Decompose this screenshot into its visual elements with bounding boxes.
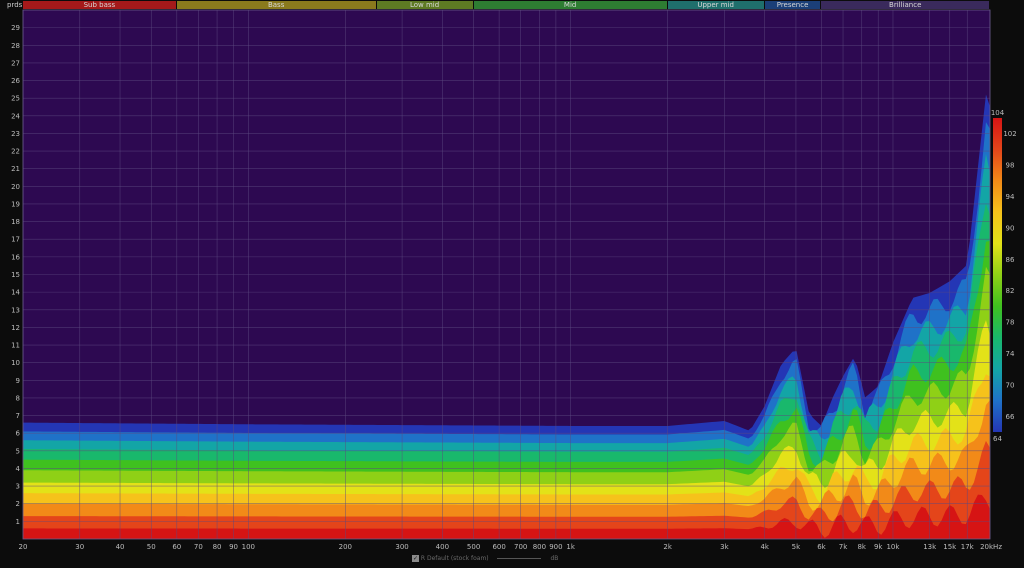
y-tick-label: 11 xyxy=(11,342,20,350)
y-tick-label: 20 xyxy=(11,183,20,191)
x-tick-label: 60 xyxy=(172,543,181,551)
x-tick-label: 300 xyxy=(395,543,408,551)
y-tick-label: 26 xyxy=(11,77,20,85)
x-tick-label: 10k xyxy=(886,543,900,551)
x-tick-label: 100 xyxy=(242,543,255,551)
colorbar xyxy=(993,118,1002,432)
y-tick-label: 10 xyxy=(11,359,20,367)
x-tick-label: 13k xyxy=(923,543,937,551)
y-tick-label: 23 xyxy=(11,130,20,138)
y-tick-label: 3 xyxy=(16,483,20,491)
colorbar-tick-label: 74 xyxy=(1006,350,1015,358)
colorbar-tick-label: 94 xyxy=(1006,193,1015,201)
legend-unit: dB xyxy=(550,555,559,562)
x-tick-label: 7k xyxy=(839,543,848,551)
y-tick-label: 25 xyxy=(11,95,20,103)
x-tick-label: 400 xyxy=(436,543,449,551)
y-tick-label: 12 xyxy=(11,324,20,332)
colorbar-tick-label: 90 xyxy=(1006,224,1015,232)
x-tick-label: 2k xyxy=(663,543,672,551)
y-tick-label: 14 xyxy=(11,289,20,297)
x-tick-label: 70 xyxy=(194,543,203,551)
y-tick-label: 28 xyxy=(11,42,20,50)
x-tick-label: 9k xyxy=(874,543,883,551)
x-tick-label: 8k xyxy=(857,543,866,551)
x-tick-label: 40 xyxy=(116,543,125,551)
legend-label: R Default (stock foam) xyxy=(420,555,489,562)
y-tick-label: 9 xyxy=(16,377,20,385)
x-tick-label: 900 xyxy=(549,543,562,551)
x-tick-label: 50 xyxy=(147,543,156,551)
colorbar-tick-label: 66 xyxy=(1006,413,1015,421)
legend-checkbox[interactable]: ✓ xyxy=(412,555,419,562)
y-tick-label: 29 xyxy=(11,24,20,32)
x-tick-label: 20 xyxy=(19,543,28,551)
colorbar-tick-label: 78 xyxy=(1006,319,1015,327)
x-tick-label: 90 xyxy=(229,543,238,551)
x-tick-label: 600 xyxy=(492,543,505,551)
y-tick-label: 7 xyxy=(16,412,20,420)
y-tick-label: 4 xyxy=(16,465,21,473)
legend-line-sample xyxy=(496,558,541,559)
y-tick-label: 27 xyxy=(11,59,20,67)
colorbar-tick-label: 104 xyxy=(991,109,1005,117)
x-tick-label: 6k xyxy=(817,543,826,551)
spectrogram-chart: 1234567891011121314151617181920212223242… xyxy=(11,9,1017,551)
y-tick-label: 5 xyxy=(16,447,20,455)
colorbar-tick-label: 86 xyxy=(1006,256,1015,264)
x-tick-label: 800 xyxy=(533,543,546,551)
x-tick-label: 3k xyxy=(720,543,729,551)
x-tick-label: 17k xyxy=(961,543,975,551)
colorbar-tick-label: 102 xyxy=(1003,130,1016,138)
y-tick-label: 13 xyxy=(11,306,20,314)
x-tick-label: 80 xyxy=(213,543,222,551)
x-tick-label: 30 xyxy=(75,543,84,551)
colorbar-tick-label: 98 xyxy=(1006,162,1015,170)
colorbar-tick-label: 64 xyxy=(993,435,1002,443)
y-tick-label: 6 xyxy=(16,430,21,438)
x-tick-label: 200 xyxy=(339,543,352,551)
x-tick-label: 4k xyxy=(760,543,769,551)
y-tick-label: 8 xyxy=(16,394,20,402)
colorbar-tick-label: 70 xyxy=(1006,381,1015,389)
x-tick-label: 5k xyxy=(792,543,801,551)
x-tick-label: 500 xyxy=(467,543,480,551)
y-tick-label: 19 xyxy=(11,200,20,208)
y-tick-label: 22 xyxy=(11,148,20,156)
colorbar-tick-label: 82 xyxy=(1006,287,1015,295)
legend-row: ✓ R Default (stock foam) dB xyxy=(412,555,558,565)
y-tick-label: 1 xyxy=(16,518,20,526)
y-tick-label: 17 xyxy=(11,236,20,244)
y-tick-label: 16 xyxy=(11,253,20,261)
x-tick-label: 1k xyxy=(566,543,575,551)
y-tick-label: 2 xyxy=(16,500,20,508)
x-tick-label: 15k xyxy=(943,543,957,551)
y-tick-label: 24 xyxy=(11,112,20,120)
y-tick-label: 21 xyxy=(11,165,20,173)
y-tick-label: 15 xyxy=(11,271,20,279)
y-tick-label: 18 xyxy=(11,218,20,226)
x-tick-label: 700 xyxy=(514,543,527,551)
x-tick-label: 20kHz xyxy=(980,543,1002,551)
